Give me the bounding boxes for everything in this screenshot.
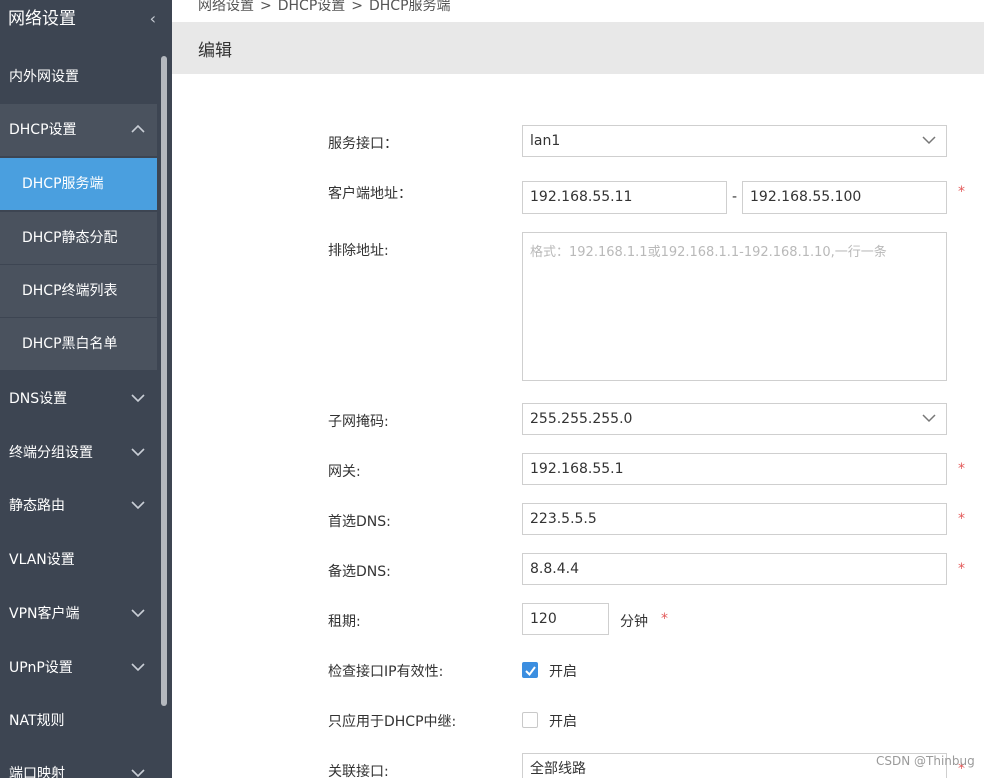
sidebar-item-label: DHCP终端列表 (22, 283, 118, 299)
sidebar-item-label: DHCP服务端 (22, 176, 104, 192)
chevron-down-icon (131, 501, 145, 510)
sidebar-item-label: 终端分组设置 (9, 445, 93, 461)
service-interface-value: lan1 (530, 133, 561, 149)
breadcrumb-item[interactable]: 网络设置 (198, 0, 254, 14)
sidebar-item-label: 静态路由 (9, 498, 65, 514)
breadcrumb-item-current: DHCP服务端 (369, 0, 451, 14)
checkmark-icon (525, 666, 536, 677)
linked-interface-value: 全部线路 (530, 761, 586, 777)
service-interface-label: 服务接口： (328, 136, 398, 152)
sidebar-item-upnp[interactable]: UPnP设置 (0, 642, 157, 694)
check-ip-label: 检查接口IP有效性: (328, 664, 444, 680)
sidebar-item-label: DHCP设置 (9, 122, 77, 138)
sidebar-item-label: DNS设置 (9, 391, 68, 407)
sidebar-item-static-route[interactable]: 静态路由 (0, 480, 157, 532)
exclude-address-label: 排除地址: (328, 243, 389, 259)
sidebar-item-dns[interactable]: DNS设置 (0, 373, 157, 425)
sidebar-item-dhcp-blackwhite[interactable]: DHCP黑白名单 (0, 318, 157, 370)
sidebar-item-label: 端口映射 (9, 766, 65, 778)
lease-input[interactable]: 120 (522, 603, 609, 635)
sidebar: 网络设置 ‹ 内外网设置 DHCP设置 DHCP服务端 DHCP静态分配 DHC… (0, 0, 172, 778)
sidebar-item-vpn-client[interactable]: VPN客户端 (0, 588, 157, 640)
breadcrumb-separator: > (260, 0, 272, 14)
primary-dns-input[interactable]: 223.5.5.5 (522, 503, 947, 535)
exclude-address-textarea[interactable]: 格式：192.168.1.1或192.168.1.1-192.168.1.10,… (522, 232, 947, 381)
subnet-mask-value: 255.255.255.0 (530, 411, 633, 427)
relay-only-label: 只应用于DHCP中继: (328, 714, 457, 730)
check-ip-text: 开启 (549, 664, 577, 680)
secondary-dns-input[interactable]: 8.8.4.4 (522, 553, 947, 585)
required-mark: * (661, 611, 668, 627)
sidebar-item-label: DHCP黑白名单 (22, 336, 118, 352)
sidebar-item-label: UPnP设置 (9, 660, 73, 676)
sidebar-item-nat[interactable]: NAT规则 (0, 695, 157, 747)
sidebar-item-dhcp-clients[interactable]: DHCP终端列表 (0, 265, 157, 317)
primary-dns-label: 首选DNS: (328, 514, 391, 530)
client-address-end-value: 192.168.55.100 (750, 189, 862, 205)
lease-label: 租期: (328, 614, 361, 630)
sidebar-item-wan-lan[interactable]: 内外网设置 (0, 51, 157, 103)
secondary-dns-label: 备选DNS: (328, 564, 391, 580)
sidebar-title: 网络设置 ‹ (0, 0, 158, 40)
sidebar-item-port-mapping[interactable]: 端口映射 (0, 748, 157, 778)
chevron-down-icon (922, 136, 936, 145)
linked-interface-label: 关联接口: (328, 764, 389, 778)
subnet-mask-label: 子网掩码: (328, 414, 389, 430)
sidebar-item-dhcp-static[interactable]: DHCP静态分配 (0, 212, 157, 264)
chevron-down-icon (131, 663, 145, 672)
secondary-dns-value: 8.8.4.4 (530, 561, 579, 577)
sidebar-item-label: NAT规则 (9, 713, 65, 729)
client-address-label: 客户端地址： (328, 186, 412, 202)
chevron-down-icon (131, 448, 145, 457)
service-interface-select[interactable]: lan1 (522, 125, 947, 157)
chevron-down-icon (131, 769, 145, 778)
client-address-start-input[interactable]: 192.168.55.11 (522, 181, 727, 214)
lease-unit: 分钟 (620, 614, 648, 630)
relay-only-text: 开启 (549, 714, 577, 730)
sidebar-item-label: 内外网设置 (9, 69, 79, 85)
required-mark: * (958, 561, 965, 577)
gateway-input[interactable]: 192.168.55.1 (522, 453, 947, 485)
sidebar-item-label: DHCP静态分配 (22, 230, 118, 246)
sidebar-item-dhcp[interactable]: DHCP设置 (0, 104, 157, 156)
breadcrumb: 网络设置 > DHCP设置 > DHCP服务端 (198, 0, 451, 15)
subnet-mask-select[interactable]: 255.255.255.0 (522, 403, 947, 435)
watermark: CSDN @Thinbug (876, 754, 975, 768)
edit-header: 编辑 (172, 22, 984, 74)
sidebar-item-dhcp-server[interactable]: DHCP服务端 (0, 158, 157, 210)
chevron-down-icon (131, 609, 145, 618)
breadcrumb-separator: > (351, 0, 363, 14)
required-mark: * (958, 461, 965, 477)
gateway-label: 网关: (328, 464, 361, 480)
sidebar-item-terminal-group[interactable]: 终端分组设置 (0, 427, 157, 479)
client-address-end-input[interactable]: 192.168.55.100 (742, 181, 947, 214)
client-address-start-value: 192.168.55.11 (530, 189, 633, 205)
page-title: 编辑 (198, 41, 232, 61)
relay-only-checkbox[interactable] (522, 712, 538, 728)
chevron-down-icon (131, 394, 145, 403)
primary-dns-value: 223.5.5.5 (530, 511, 597, 527)
required-mark: * (958, 184, 965, 200)
sidebar-title-text: 网络设置 (8, 9, 76, 29)
breadcrumb-item[interactable]: DHCP设置 (278, 0, 346, 14)
check-ip-checkbox[interactable] (522, 662, 538, 678)
chevron-up-icon (131, 124, 145, 133)
range-separator: - (732, 189, 738, 205)
gateway-value: 192.168.55.1 (530, 461, 624, 477)
sidebar-item-label: VLAN设置 (9, 552, 75, 568)
lease-value: 120 (530, 611, 557, 627)
exclude-address-placeholder: 格式：192.168.1.1或192.168.1.1-192.168.1.10,… (530, 245, 887, 260)
sidebar-item-label: VPN客户端 (9, 606, 80, 622)
collapse-sidebar-icon[interactable]: ‹ (150, 0, 156, 38)
sidebar-item-vlan[interactable]: VLAN设置 (0, 534, 157, 586)
sidebar-scrollbar[interactable] (161, 56, 167, 706)
required-mark: * (958, 511, 965, 527)
chevron-down-icon (922, 414, 936, 423)
